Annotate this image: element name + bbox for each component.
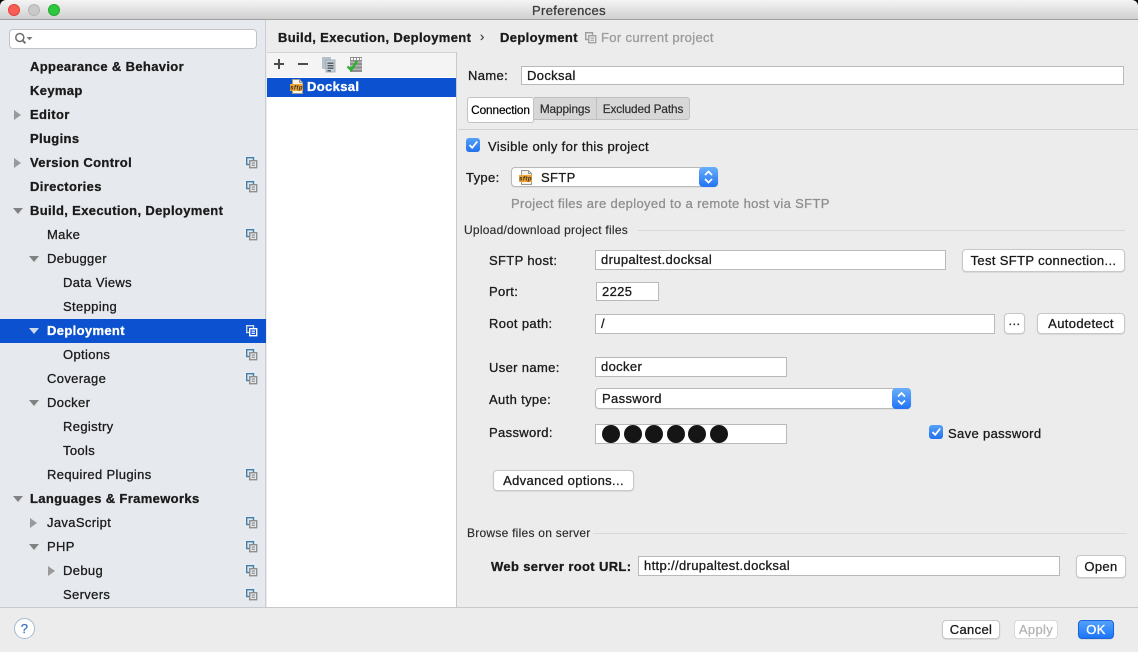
svg-text:sftp: sftp bbox=[519, 176, 532, 183]
svg-text:sftp: sftp bbox=[290, 85, 303, 92]
